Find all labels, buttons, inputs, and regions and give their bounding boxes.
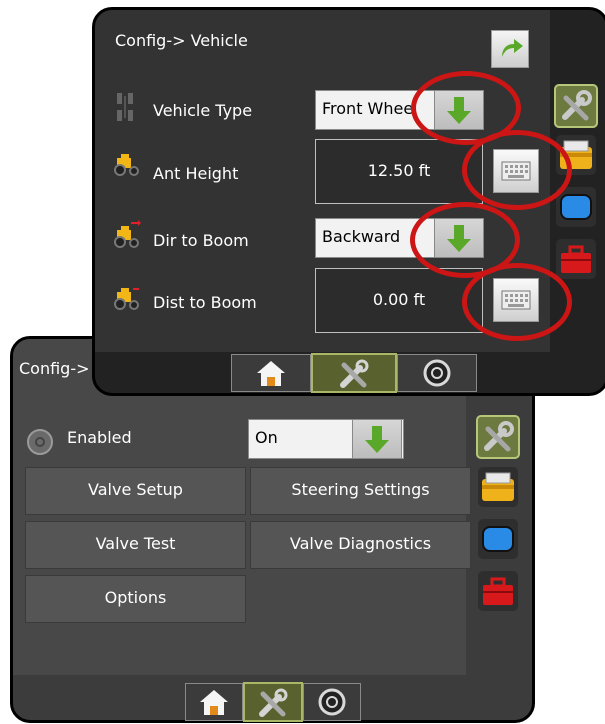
side-tab-screen[interactable] bbox=[478, 519, 518, 559]
valve-diagnostics-button[interactable]: Valve Diagnostics bbox=[250, 521, 471, 569]
tractor-direction-icon bbox=[114, 220, 141, 248]
nav-tab-home[interactable] bbox=[231, 354, 311, 392]
steering-settings-label: Steering Settings bbox=[291, 480, 430, 499]
nav-tab-tools[interactable] bbox=[243, 682, 303, 722]
options-button[interactable]: Options bbox=[25, 575, 246, 623]
nav-tab-gauge[interactable] bbox=[303, 683, 361, 721]
return-button[interactable] bbox=[491, 30, 529, 68]
home-icon bbox=[257, 361, 285, 386]
valve-test-label: Valve Test bbox=[95, 534, 176, 553]
return-arrow-icon bbox=[502, 39, 523, 57]
screen-icon bbox=[560, 194, 592, 220]
gauge-icon bbox=[318, 688, 346, 716]
ant-height-field[interactable]: 12.50 ft bbox=[315, 139, 483, 204]
vehicle-type-icon bbox=[117, 93, 133, 121]
enabled-label: Enabled bbox=[67, 428, 132, 447]
vehicle-type-label: Vehicle Type bbox=[153, 101, 253, 120]
gauge-icon bbox=[423, 359, 451, 387]
tools-icon bbox=[340, 359, 369, 388]
nav-tab-gauge[interactable] bbox=[397, 354, 477, 392]
side-tab-screen[interactable] bbox=[556, 187, 596, 227]
valve-test-button[interactable]: Valve Test bbox=[25, 521, 246, 569]
side-tab-toolbox[interactable] bbox=[478, 571, 518, 611]
page-title: Config-> bbox=[19, 359, 90, 378]
page-title: Config-> Vehicle bbox=[115, 31, 248, 50]
side-tab-data[interactable] bbox=[478, 467, 518, 507]
valve-diagnostics-label: Valve Diagnostics bbox=[289, 534, 432, 553]
steering-settings-button[interactable]: Steering Settings bbox=[250, 467, 471, 515]
tools-icon bbox=[484, 421, 514, 452]
highlight-ring-ant-height-keyboard bbox=[462, 130, 572, 210]
nav-tab-tools[interactable] bbox=[311, 353, 397, 393]
options-label: Options bbox=[104, 588, 167, 607]
side-tab-tools[interactable] bbox=[476, 415, 520, 459]
toolbox-icon bbox=[483, 577, 513, 605]
tools-icon bbox=[562, 90, 592, 121]
screen-icon bbox=[482, 526, 514, 552]
vehicle-type-value: Front Whee bbox=[322, 99, 414, 118]
down-arrow-icon[interactable] bbox=[352, 419, 402, 459]
tractor-icon bbox=[114, 154, 139, 176]
enabled-status-icon bbox=[27, 429, 53, 455]
tools-icon bbox=[259, 688, 288, 717]
home-icon bbox=[200, 690, 228, 715]
dir-to-boom-value: Backward bbox=[322, 227, 401, 246]
dist-to-boom-label: Dist to Boom bbox=[153, 293, 257, 312]
side-tab-toolbox[interactable] bbox=[556, 239, 596, 279]
toolbox-icon bbox=[561, 245, 591, 273]
dir-to-boom-label: Dir to Boom bbox=[153, 231, 249, 250]
valve-setup-button[interactable]: Valve Setup bbox=[25, 467, 246, 515]
tractor-distance-icon bbox=[114, 288, 139, 310]
side-tab-tools[interactable] bbox=[554, 84, 598, 128]
nav-tab-home[interactable] bbox=[185, 683, 243, 721]
highlight-ring-dist-to-boom-keyboard bbox=[462, 263, 572, 341]
valve-setup-label: Valve Setup bbox=[88, 480, 183, 499]
enabled-dropdown[interactable]: On bbox=[248, 419, 404, 459]
ant-height-value: 12.50 ft bbox=[367, 161, 431, 180]
folder-icon bbox=[482, 472, 514, 501]
enabled-dropdown-value: On bbox=[255, 428, 278, 447]
dist-to-boom-value: 0.00 ft bbox=[372, 290, 426, 309]
ant-height-label: Ant Height bbox=[153, 164, 239, 183]
